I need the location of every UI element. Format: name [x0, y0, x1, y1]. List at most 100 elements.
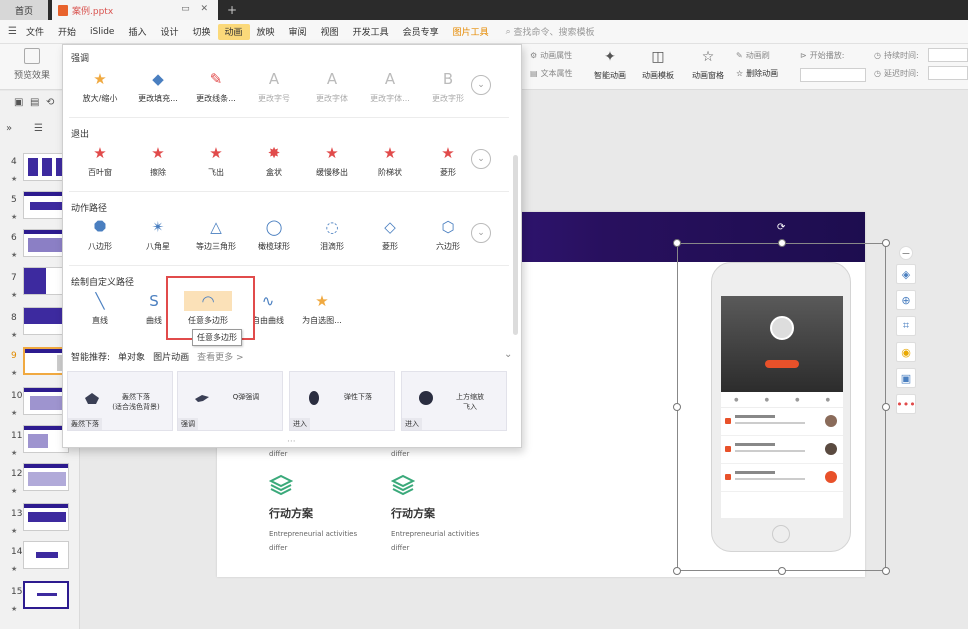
- slide-thumbnail[interactable]: [23, 463, 69, 491]
- resize-handle[interactable]: [882, 403, 890, 411]
- curve-icon: S: [149, 292, 159, 310]
- effect-change-fill[interactable]: ◆ 更改填充...: [129, 69, 187, 104]
- slide-number: 14: [11, 547, 23, 557]
- more-tools-icon[interactable]: •••: [896, 394, 916, 414]
- menu-transition[interactable]: 切换: [186, 24, 218, 40]
- minimize-tools-icon[interactable]: −: [899, 246, 913, 260]
- expand-exit-icon[interactable]: ⌄: [471, 149, 491, 169]
- menu-member[interactable]: 会员专享: [396, 24, 446, 40]
- outline-view-icon[interactable]: ☰: [34, 123, 43, 134]
- effect-change-line[interactable]: ✎ 更改线条...: [187, 69, 245, 104]
- menu-view[interactable]: 视图: [314, 24, 346, 40]
- command-search[interactable]: ⌕ 查找命令、搜索模板: [505, 25, 595, 39]
- fill-icon: ◆: [152, 70, 164, 88]
- menu-design[interactable]: 设计: [153, 24, 185, 40]
- menu-review[interactable]: 审阅: [282, 24, 314, 40]
- path-football[interactable]: ◯ 橄榄球形: [245, 217, 303, 252]
- resize-handle[interactable]: [882, 567, 890, 575]
- effect-change-font-color[interactable]: A 更改字体...: [361, 69, 419, 104]
- menu-insert[interactable]: 插入: [121, 24, 153, 40]
- tab-home[interactable]: 首页: [0, 0, 48, 20]
- zoom-tool-icon[interactable]: ⊕: [896, 290, 916, 310]
- preview-effect-button[interactable]: 预览效果: [6, 48, 58, 81]
- menu-hamburger-icon[interactable]: ☰: [8, 26, 17, 37]
- effect-diamond[interactable]: ★ 菱形: [419, 143, 477, 178]
- expand-emphasis-icon[interactable]: ⌄: [471, 75, 491, 95]
- duration-input[interactable]: [928, 48, 968, 62]
- search-icon: ⌕: [505, 26, 514, 37]
- path-teardrop[interactable]: ◌ 泪滴形: [303, 217, 361, 252]
- menu-picture-tools[interactable]: 图片工具: [446, 24, 496, 40]
- tab-close-icon[interactable]: ▭ ✕: [181, 4, 212, 14]
- crop-tool-icon[interactable]: ⌗: [896, 316, 916, 336]
- feature-block[interactable]: 行动方案 Entrepreneurial activities differ: [268, 474, 357, 555]
- resize-handle[interactable]: [673, 239, 681, 247]
- effect-box[interactable]: ✸ 盒状: [245, 143, 303, 178]
- panel-scrollbar[interactable]: [513, 155, 518, 335]
- effect-zoom[interactable]: ★ 放大/缩小: [71, 69, 129, 104]
- effect-blinds[interactable]: ★ 百叶窗: [71, 143, 129, 178]
- start-play-select[interactable]: [800, 68, 866, 82]
- path-triangle[interactable]: △ 等边三角形: [187, 217, 245, 252]
- menu-animation[interactable]: 动画: [217, 23, 250, 40]
- effect-wipe[interactable]: ★ 擦除: [129, 143, 187, 178]
- title-bar: 首页 案例.pptx ▭ ✕ +: [0, 0, 968, 20]
- recommend-card[interactable]: 上方缩放 飞入 进入: [401, 371, 507, 431]
- rotate-handle-icon[interactable]: ⟳: [777, 222, 785, 233]
- menu-islide[interactable]: iSlide: [83, 24, 121, 40]
- effect-checkerboard[interactable]: ★ 阶梯状: [361, 143, 419, 178]
- delete-anim-button[interactable]: ☆ 删除动画: [736, 68, 778, 79]
- anim-pane-button[interactable]: ☆ 动画窗格: [692, 48, 724, 81]
- path-hexagon[interactable]: ⬡ 六边形: [419, 217, 477, 252]
- collapse-chevron-icon[interactable]: ⌄: [504, 349, 512, 360]
- path-octagon[interactable]: ⯃ 八边形: [71, 217, 129, 252]
- path-line[interactable]: ╲ 直线: [71, 291, 129, 326]
- effect-change-font-size[interactable]: A 更改字号: [245, 69, 303, 104]
- new-tab-button[interactable]: +: [224, 0, 240, 20]
- effect-change-font[interactable]: A 更改字体: [303, 69, 361, 104]
- slide-thumbnail[interactable]: [23, 581, 69, 609]
- smart-single-object-tab[interactable]: 单对象: [118, 350, 145, 363]
- smart-picture-anim-tab[interactable]: 图片动画: [153, 350, 189, 363]
- delay-input[interactable]: [928, 66, 968, 80]
- slide-thumbnail[interactable]: [23, 541, 69, 569]
- image-tool-icon[interactable]: ▣: [896, 368, 916, 388]
- recommend-card[interactable]: 轰然下落 (适合浅色背景) 轰然下落: [67, 371, 173, 431]
- smart-anim-button[interactable]: ✦ 智能动画: [594, 48, 626, 81]
- slide-thumbnail[interactable]: [23, 503, 69, 531]
- recommend-card[interactable]: 弹性下落 进入: [289, 371, 395, 431]
- resize-handle[interactable]: [882, 239, 890, 247]
- idea-tool-icon[interactable]: ◉: [896, 342, 916, 362]
- effect-fly-out[interactable]: ★ 飞出: [187, 143, 245, 178]
- menu-slideshow[interactable]: 放映: [250, 24, 282, 40]
- resize-handle[interactable]: [778, 239, 786, 247]
- menu-file[interactable]: 文件: [19, 24, 51, 40]
- layers-tool-icon[interactable]: ◈: [896, 264, 916, 284]
- feature-title: 行动方案: [391, 507, 435, 520]
- menu-home[interactable]: 开始: [51, 24, 83, 40]
- card-title: 轰然下落 (适合浅色背景): [112, 393, 160, 411]
- anim-template-button[interactable]: ◫ 动画模板: [642, 48, 674, 81]
- resize-handle[interactable]: [673, 403, 681, 411]
- anim-props-button[interactable]: ⚙ 动画属性: [530, 50, 572, 61]
- smart-view-more-link[interactable]: 查看更多 >: [197, 350, 243, 363]
- collapse-pane-icon[interactable]: »: [6, 123, 12, 134]
- resize-handle[interactable]: [673, 567, 681, 575]
- recommend-card[interactable]: Q弹强调 强调: [177, 371, 283, 431]
- path-custom-shape[interactable]: ★ 为自选图...: [289, 291, 355, 326]
- print-icon[interactable]: ▤: [30, 97, 39, 108]
- undo-icon[interactable]: ⟲: [46, 97, 54, 108]
- resize-handle[interactable]: [778, 567, 786, 575]
- feature-block[interactable]: 行动方案 Entrepreneurial activities differ: [390, 474, 479, 555]
- anim-brush-button[interactable]: ✎ 动画刷: [736, 50, 770, 61]
- expand-motion-icon[interactable]: ⌄: [471, 223, 491, 243]
- text-props-button[interactable]: ▤ 文本属性: [530, 68, 573, 79]
- path-8-point-star[interactable]: ✴ 八角星: [129, 217, 187, 252]
- effect-crawl-out[interactable]: ★ 缓慢移出: [303, 143, 361, 178]
- path-diamond[interactable]: ◇ 菱形: [361, 217, 419, 252]
- resize-grip-icon[interactable]: ···: [287, 437, 296, 447]
- tab-file[interactable]: 案例.pptx ▭ ✕: [52, 0, 218, 20]
- save-icon[interactable]: ▣: [14, 97, 23, 108]
- menu-developer[interactable]: 开发工具: [346, 24, 396, 40]
- effect-change-font-style[interactable]: B 更改字形: [419, 69, 477, 104]
